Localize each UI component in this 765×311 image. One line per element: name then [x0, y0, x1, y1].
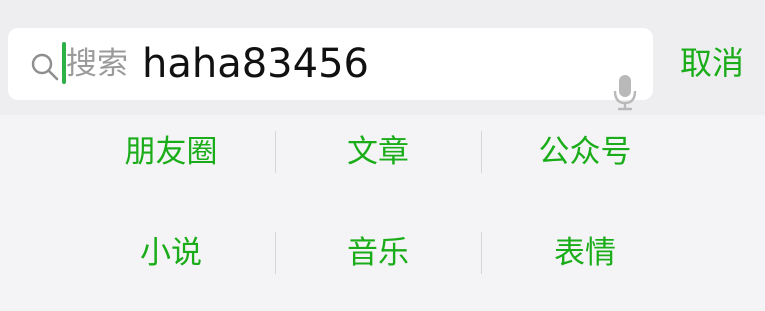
- microphone-icon[interactable]: [612, 75, 638, 111]
- search-input[interactable]: haha83456: [142, 40, 369, 88]
- category-moments[interactable]: 朋友圈: [68, 127, 274, 177]
- category-official-accounts[interactable]: 公众号: [482, 127, 688, 177]
- search-category-panel: 朋友圈 文章 公众号 小说 音乐 表情: [0, 115, 765, 311]
- cancel-button[interactable]: 取消: [680, 43, 744, 83]
- category-articles[interactable]: 文章: [275, 127, 481, 177]
- category-stickers[interactable]: 表情: [482, 228, 688, 278]
- search-bar-area: 搜索 haha83456 取消: [0, 0, 765, 115]
- category-music[interactable]: 音乐: [275, 228, 481, 278]
- search-icon: [31, 53, 59, 81]
- search-placeholder: 搜索: [66, 46, 128, 82]
- category-novels[interactable]: 小说: [68, 228, 274, 278]
